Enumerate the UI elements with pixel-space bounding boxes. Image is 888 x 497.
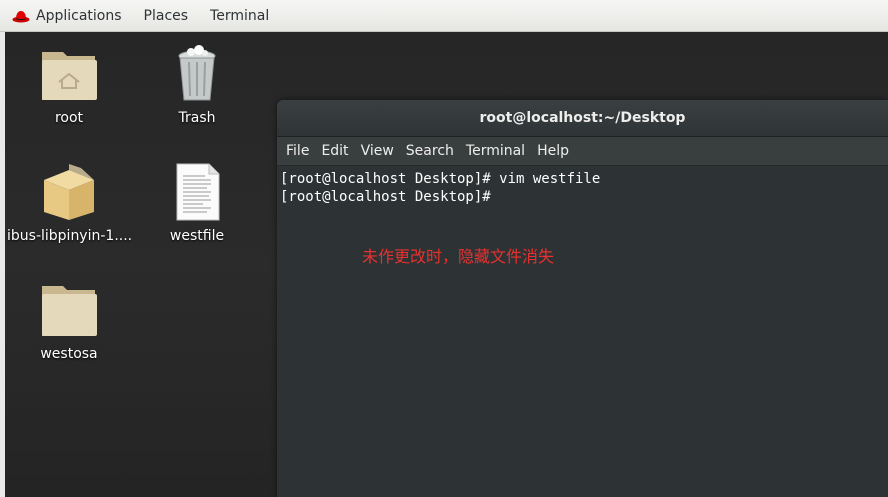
desktop-icon-westosa[interactable]: westosa	[7, 280, 131, 362]
menu-help[interactable]: Help	[531, 143, 575, 159]
window-title: root@localhost:~/Desktop	[479, 110, 686, 126]
applications-menu[interactable]: Applications	[0, 0, 133, 32]
red-hat-icon	[12, 9, 30, 23]
terminal-output[interactable]: [root@localhost Desktop]# vim westfile […	[277, 166, 888, 497]
terminal-menu-bar: File Edit View Search Terminal Help	[277, 137, 888, 166]
desktop-icon-label: root	[54, 110, 84, 126]
top-panel: Applications Places Terminal	[0, 0, 888, 32]
terminal-app-menu[interactable]: Terminal	[199, 0, 280, 32]
menu-view[interactable]: View	[355, 143, 400, 159]
terminal-line: [root@localhost Desktop]#	[280, 189, 500, 205]
terminal-window[interactable]: root@localhost:~/Desktop File Edit View …	[277, 100, 888, 497]
desktop-icon-trash[interactable]: Trash	[135, 44, 259, 126]
text-file-icon	[167, 162, 227, 222]
menu-file[interactable]: File	[280, 143, 315, 159]
package-icon	[39, 162, 99, 222]
desktop-icon-root[interactable]: root	[7, 44, 131, 126]
desktop-icon-label: ibus-libpinyin-1....	[7, 228, 131, 244]
menu-search[interactable]: Search	[400, 143, 460, 159]
desktop-icon-label: westfile	[169, 228, 225, 244]
home-folder-icon	[39, 44, 99, 104]
menu-terminal[interactable]: Terminal	[460, 143, 531, 159]
desktop-icon-ibus-libpinyin[interactable]: ibus-libpinyin-1....	[7, 162, 131, 244]
places-menu[interactable]: Places	[133, 0, 200, 32]
desktop-icon-westfile[interactable]: westfile	[135, 162, 259, 244]
applications-label: Applications	[36, 7, 122, 24]
terminal-title-bar[interactable]: root@localhost:~/Desktop	[277, 100, 888, 137]
terminal-line: [root@localhost Desktop]# vim westfile	[280, 171, 601, 187]
folder-icon	[39, 280, 99, 340]
menu-edit[interactable]: Edit	[315, 143, 354, 159]
desktop-icon-label: westosa	[40, 346, 98, 362]
annotation-text: 未作更改时，隐藏文件消失	[362, 247, 555, 266]
desktop-icon-label: Trash	[178, 110, 216, 126]
trash-icon	[167, 44, 227, 104]
